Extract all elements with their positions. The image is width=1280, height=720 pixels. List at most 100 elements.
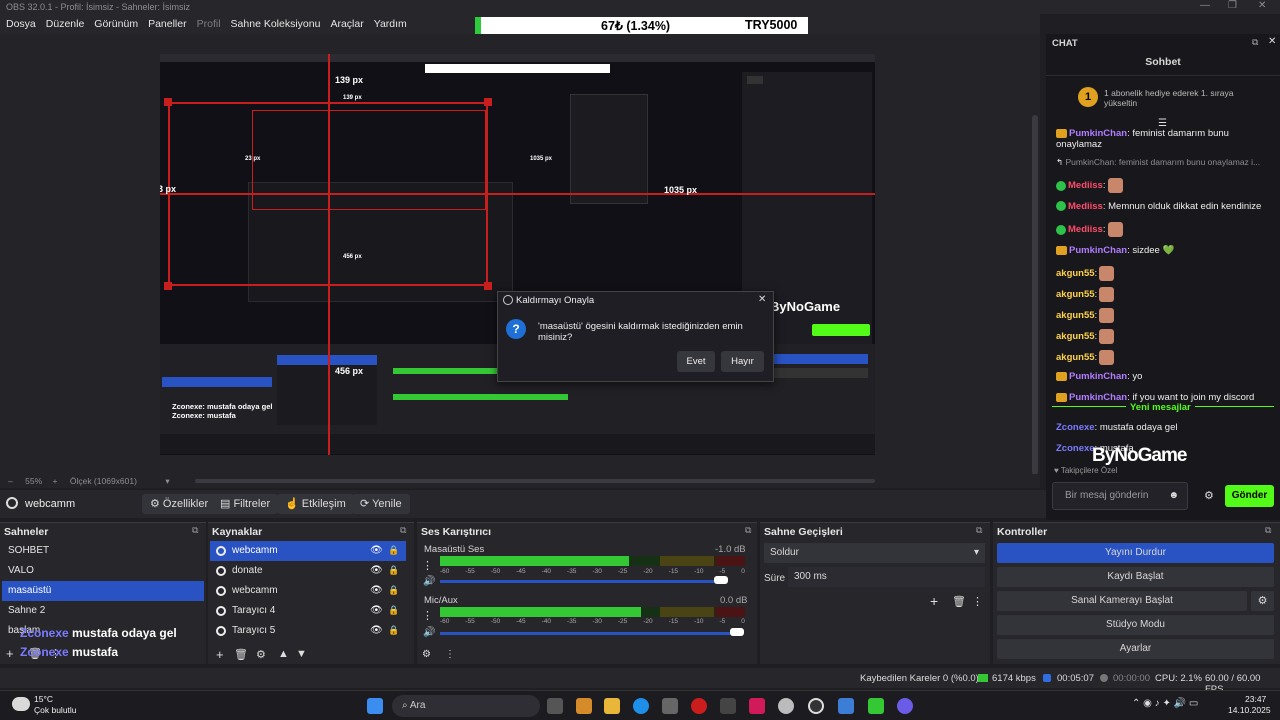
scene-item-selected[interactable]: masaüstü [2,581,204,601]
app-icon[interactable] [720,698,736,714]
add-scene-icon[interactable]: + [6,646,14,661]
chat-nick[interactable]: PumkinChan [1069,392,1127,403]
app-icon[interactable] [897,698,913,714]
scale-dropdown-icon[interactable]: ▾ [165,476,169,486]
undock-icon[interactable]: ⧉ [192,525,198,536]
obs-taskbar-icon[interactable] [808,698,824,714]
copilot-icon[interactable] [576,698,592,714]
menu-item[interactable]: Yardım [374,18,407,30]
lock-icon[interactable]: 🔒 [388,625,399,636]
visibility-eye-icon[interactable]: 👁 [370,625,383,636]
virtual-camera-settings-icon[interactable]: ⚙ [1251,591,1274,611]
no-button[interactable]: Hayır [721,351,764,372]
menu-item[interactable]: Sahne Koleksiyonu [231,18,321,30]
undock-icon[interactable]: ⧉ [400,525,406,536]
zoom-in-icon[interactable]: + [53,476,58,486]
volume-slider[interactable] [440,632,738,635]
move-up-icon[interactable]: ▲ [278,648,289,660]
resize-handle[interactable] [484,98,492,106]
speaker-icon[interactable]: 🔊 [423,627,435,638]
chat-nick[interactable]: akgun55 [1056,310,1095,321]
app-icon[interactable] [868,698,884,714]
transition-menu-icon[interactable]: ⋮ [972,595,983,608]
lock-icon[interactable]: 🔒 [388,605,399,616]
lock-icon[interactable]: 🔒 [388,545,399,556]
maximize-icon[interactable]: ❐ [1228,0,1237,14]
volume-slider-handle[interactable] [714,576,728,584]
start-record-button[interactable]: Kaydı Başlat [997,567,1274,587]
lock-icon[interactable]: 🔒 [388,585,399,596]
channel-menu-icon[interactable]: ⋮ [422,609,433,622]
add-transition-icon[interactable]: + [930,593,938,609]
opera-icon[interactable] [691,698,707,714]
chat-nick[interactable]: Mediiss [1068,224,1103,235]
chat-nick[interactable]: Mediiss [1068,180,1103,191]
move-down-icon[interactable]: ▼ [296,648,307,660]
dialog-close-icon[interactable]: ✕ [758,294,766,305]
chat-nick[interactable]: akgun55 [1056,352,1095,363]
menu-item[interactable]: Araçlar [330,18,363,30]
menu-item[interactable]: Dosya [6,18,36,30]
chat-nick[interactable]: akgun55 [1056,268,1095,279]
file-explorer-icon[interactable] [604,698,620,714]
chat-nick[interactable]: Zconexe [1056,443,1095,454]
preview-horizontal-scrollbar[interactable] [195,479,875,483]
mixer-settings-icon[interactable]: ⚙ [422,649,431,660]
store-icon[interactable] [662,698,678,714]
resize-handle[interactable] [484,282,492,290]
windows-start-icon[interactable] [367,698,383,714]
clock-time[interactable]: 23:47 [1245,694,1266,704]
close-chat-icon[interactable]: ✕ [1268,36,1276,47]
app-icon[interactable] [838,698,854,714]
remove-source-icon[interactable]: 🗑 [234,648,248,661]
chat-nick[interactable]: akgun55 [1056,289,1095,300]
edge-icon[interactable] [633,698,649,714]
lock-icon[interactable]: 🔒 [388,565,399,576]
visibility-eye-icon[interactable]: 👁 [370,545,383,556]
studio-mode-button[interactable]: Stüdyo Modu [997,615,1274,635]
preview-scrollbar[interactable] [1032,115,1038,475]
emoji-icon[interactable]: ☻ [1168,490,1179,501]
resize-handle[interactable] [164,282,172,290]
chat-input[interactable]: Bir mesaj gönderin ☻ [1052,482,1188,510]
add-source-icon[interactable]: + [216,647,224,662]
yes-button[interactable]: Evet [677,351,715,372]
settings-button[interactable]: Ayarlar [997,639,1274,659]
interact-button[interactable]: ☝ Etkileşim [277,494,354,514]
chat-nick[interactable]: akgun55 [1056,331,1095,342]
remove-transition-icon[interactable]: 🗑 [952,595,966,608]
visibility-eye-icon[interactable]: 👁 [370,585,383,596]
menu-item[interactable]: Paneller [148,18,187,30]
undock-icon[interactable]: ⧉ [1252,37,1258,48]
preview-canvas[interactable]: ByNoGame Zconexe: mustafa odaya gel Zcon… [160,54,875,455]
chat-nick[interactable]: PumkinChan [1069,245,1127,256]
volume-slider-handle[interactable] [730,628,744,636]
stop-stream-button[interactable]: Yayını Durdur [997,543,1274,563]
scene-item[interactable]: Sahne 2 [2,601,204,621]
close-icon[interactable]: ✕ [1258,0,1266,14]
task-view-icon[interactable] [547,698,563,714]
chat-nick[interactable]: PumkinChan [1069,371,1127,382]
menu-item[interactable]: Profil [197,18,221,30]
valorant-icon[interactable] [749,698,765,714]
chat-nick[interactable]: PumkinChan [1069,128,1127,139]
filters-button[interactable]: ▤ Filtreler [212,494,279,514]
source-settings-icon[interactable]: ⚙ [256,648,266,661]
undock-icon[interactable]: ⧉ [745,525,751,536]
visibility-eye-icon[interactable]: 👁 [370,605,383,616]
properties-button[interactable]: ⚙ Özellikler [142,494,217,514]
settings-app-icon[interactable] [778,698,794,714]
minimize-icon[interactable]: — [1200,0,1210,14]
send-button[interactable]: Gönder [1225,485,1274,507]
clock-date[interactable]: 14.10.2025 [1228,705,1271,715]
speaker-icon[interactable]: 🔊 [423,576,435,587]
undock-icon[interactable]: ⧉ [1265,525,1271,536]
menu-item[interactable]: Düzenle [46,18,85,30]
virtual-camera-button[interactable]: Sanal Kamerayı Başlat [997,591,1247,611]
duration-spinbox[interactable]: 300 ms [788,567,985,587]
volume-slider[interactable] [440,580,723,583]
menu-item[interactable]: Görünüm [94,18,138,30]
scene-item[interactable]: VALO [2,561,204,581]
channel-menu-icon[interactable]: ⋮ [422,559,433,572]
mixer-menu-icon[interactable]: ⋮ [445,649,455,660]
